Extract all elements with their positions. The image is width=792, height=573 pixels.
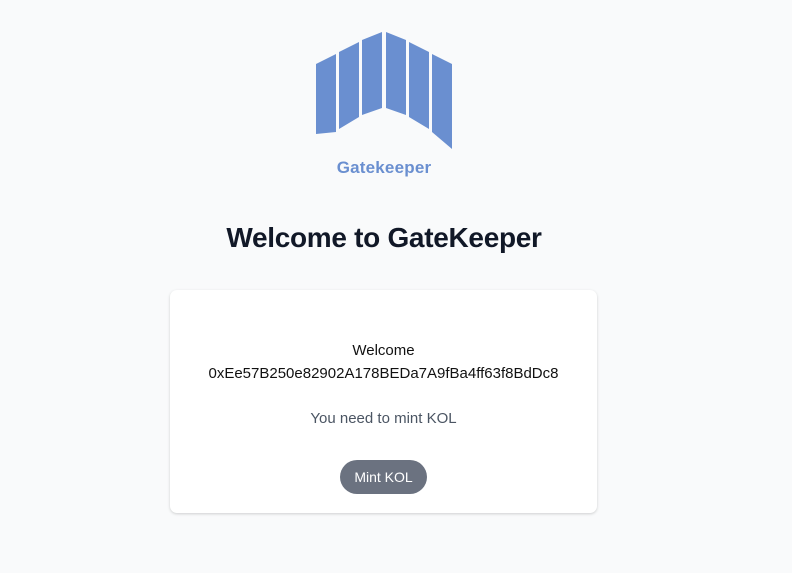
page: Gatekeeper Welcome to GateKeeper Welcome… <box>0 0 792 573</box>
welcome-label: Welcome <box>352 342 415 359</box>
mint-kol-button[interactable]: Mint KOL <box>340 460 427 494</box>
page-title: Welcome to GateKeeper <box>226 222 542 253</box>
brand-name: Gatekeeper <box>336 158 432 177</box>
mint-notice: You need to mint KOL <box>310 410 457 427</box>
gatekeeper-logo-icon <box>313 31 455 151</box>
mint-card: Welcome 0xEe57B250e82902A178BEDa7A9fBa4f… <box>170 290 597 513</box>
wallet-address: 0xEe57B250e82902A178BEDa7A9fBa4ff63f8BdD… <box>208 365 559 382</box>
